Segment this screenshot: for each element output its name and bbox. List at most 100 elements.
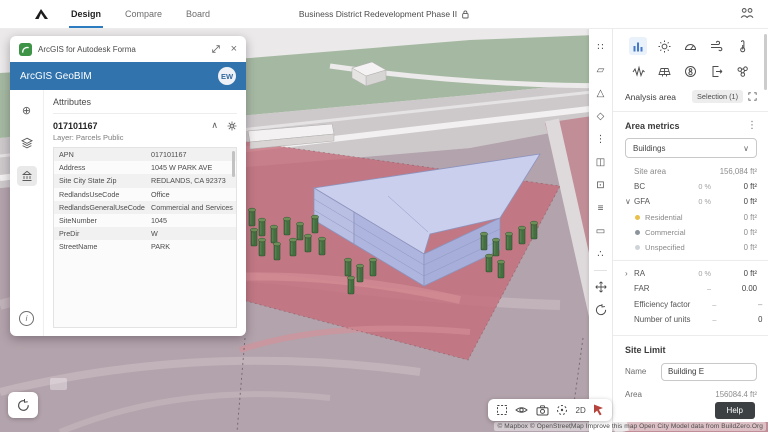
metric-row-commercial: Commercial 0 ft² [625, 225, 757, 240]
box-draw-tool[interactable]: ▱ [589, 59, 612, 82]
camera-icon[interactable] [536, 404, 549, 416]
analysis-icon-grid [625, 35, 757, 86]
rail-divider [594, 270, 607, 271]
rotate-tool[interactable] [589, 298, 612, 321]
attributes-heading: Attributes [53, 97, 237, 114]
attributes-table: APN 017101167 Address 1045 W PARK AVE Site… [53, 147, 237, 328]
collaborators-icon[interactable] [740, 7, 754, 19]
table-row: Site City State Zip REDLANDS, CA 92373 [54, 174, 236, 188]
site-name-input[interactable] [661, 362, 757, 381]
table-row: Address 1045 W PARK AVE [59, 163, 213, 173]
area-label: Area [625, 389, 642, 399]
analysis-sidebar: Analysis area Selection (1) Area metrics… [612, 28, 768, 422]
table-scrollbar[interactable] [232, 151, 235, 177]
feature-layer: Layer: Parcels Public [53, 133, 124, 142]
project-title-text: Business District Redevelopment Phase II [298, 9, 458, 19]
arcgis-logo-icon [19, 42, 32, 56]
metric-row-unspecified: Unspecified 0 ft² [625, 240, 757, 255]
close-panel-icon[interactable]: × [231, 43, 237, 55]
sun-hours-icon[interactable] [655, 37, 673, 55]
highlight-feature-icon[interactable] [227, 121, 237, 131]
divider [613, 260, 768, 262]
extrude-tool[interactable]: ⊡ [589, 174, 612, 197]
multi-select-tool[interactable]: ∷ [589, 36, 612, 59]
selection-chip[interactable]: Selection (1) [692, 90, 743, 103]
chevron-right-icon[interactable]: › [625, 269, 634, 278]
metric-row-units: Number of units – 0 [634, 314, 763, 324]
panel-rail: ⊕ i [10, 90, 44, 336]
site-limit-title: Site Limit [625, 344, 666, 355]
table-row: RedlandsUseCode Office [59, 189, 170, 199]
forma-app-window: Design Compare Board Business District R… [0, 0, 768, 432]
area-metrics-title: Area metrics [625, 120, 680, 131]
area-metrics-icon[interactable] [629, 37, 647, 55]
wind-icon[interactable] [707, 37, 725, 55]
geobim-header: ArcGIS GeoBIM EW [10, 62, 246, 90]
tab-design[interactable]: Design [68, 0, 104, 28]
embodied-carbon-icon[interactable] [681, 62, 699, 80]
pointer-cursor-icon[interactable] [593, 404, 604, 416]
site-limit-name-row: Name [625, 362, 757, 381]
metric-row-site-area: Site area 156,084 ft² [634, 167, 757, 177]
zoom-to-selection-icon[interactable] [748, 92, 757, 101]
panel-header: ArcGIS for Autodesk Forma × [10, 36, 246, 62]
add-layer-icon[interactable]: ⊕ [17, 100, 37, 120]
tab-board[interactable]: Board [186, 0, 210, 28]
operational-energy-icon[interactable] [707, 62, 725, 80]
levels-tool[interactable]: ≡ [589, 197, 612, 220]
feature-id: 017101167 [53, 121, 98, 131]
label-tool[interactable]: ▭ [589, 220, 612, 243]
table-row: StreetName PARK [59, 242, 171, 252]
building-type-select[interactable]: Buildings ∨ [625, 138, 757, 158]
arcgis-geobim-panel: ArcGIS for Autodesk Forma × ArcGIS GeoBI… [10, 36, 246, 336]
select-value: Buildings [633, 143, 666, 153]
solar-panel-icon[interactable] [655, 62, 673, 80]
sidebar-scrollbar[interactable] [764, 34, 767, 90]
map-attribution[interactable]: © Mapbox © OpenStreetMap Improve this ma… [494, 422, 766, 431]
move-tool[interactable] [589, 275, 612, 298]
plane-tool[interactable]: ◇ [589, 105, 612, 128]
layers-icon[interactable] [17, 133, 37, 153]
info-icon[interactable]: i [19, 311, 34, 326]
project-title: Business District Redevelopment Phase II [299, 9, 469, 19]
site-limit-area-row: Area 156084.4 ft² [625, 390, 757, 399]
polygon-draw-tool[interactable]: △ [589, 82, 612, 105]
area-metrics-header: Area metrics ⋮ [625, 120, 757, 131]
stack-tool[interactable]: ◫ [589, 151, 612, 174]
path-tool[interactable]: ⋮ [589, 128, 612, 151]
visibility-eye-icon[interactable] [515, 405, 528, 415]
metric-row-ra: › RA 0 % 0 ft² [625, 269, 757, 279]
viewport-toolbar: 2D [488, 399, 612, 421]
commercial-dot [635, 229, 640, 235]
frame-select-icon[interactable] [496, 404, 508, 416]
help-button[interactable]: Help [714, 402, 755, 419]
modeling-tool-rail: ∷ ▱ △ ◇ ⋮ ◫ ⊡ ≡ ▭ ∴ [589, 28, 612, 432]
metric-row-efficiency: Efficiency factor – – [634, 299, 763, 309]
noise-icon[interactable] [629, 62, 647, 80]
collapse-icon[interactable]: ∧ [211, 121, 218, 130]
kebab-menu-icon[interactable]: ⋮ [747, 120, 757, 131]
name-label: Name [625, 367, 647, 377]
tab-compare[interactable]: Compare [125, 0, 162, 28]
analysis-area-row: Analysis area Selection (1) [625, 90, 757, 103]
expand-panel-icon[interactable] [211, 44, 221, 54]
parcels-tool-icon[interactable] [16, 166, 37, 186]
thermometer-icon[interactable] [733, 37, 751, 55]
group-tool[interactable]: ∴ [589, 243, 612, 266]
feature-header: 017101167 Layer: Parcels Public ∧ [53, 114, 237, 147]
map-inset-widget[interactable] [50, 378, 67, 390]
metric-row-far: FAR – 0.00 [634, 284, 757, 294]
metric-row-gfa: ∨ GFA 0 % 0 ft² [625, 197, 757, 207]
chevron-down-icon: ∨ [743, 143, 749, 153]
molecule-icon[interactable] [733, 62, 751, 80]
main-tabs: Design Compare Board [68, 0, 210, 28]
sync-button[interactable] [8, 392, 38, 418]
metric-row-bc: BC 0 % 0 ft² [634, 182, 757, 192]
mode-2d-button[interactable]: 2D [576, 406, 586, 415]
divider [613, 334, 768, 336]
table-row: SiteNumber 1045 [59, 216, 167, 226]
daylight-gauge-icon[interactable] [681, 37, 699, 55]
orbit-icon[interactable] [556, 404, 568, 416]
chevron-down-icon[interactable]: ∨ [625, 197, 634, 206]
user-avatar[interactable]: EW [218, 67, 236, 85]
